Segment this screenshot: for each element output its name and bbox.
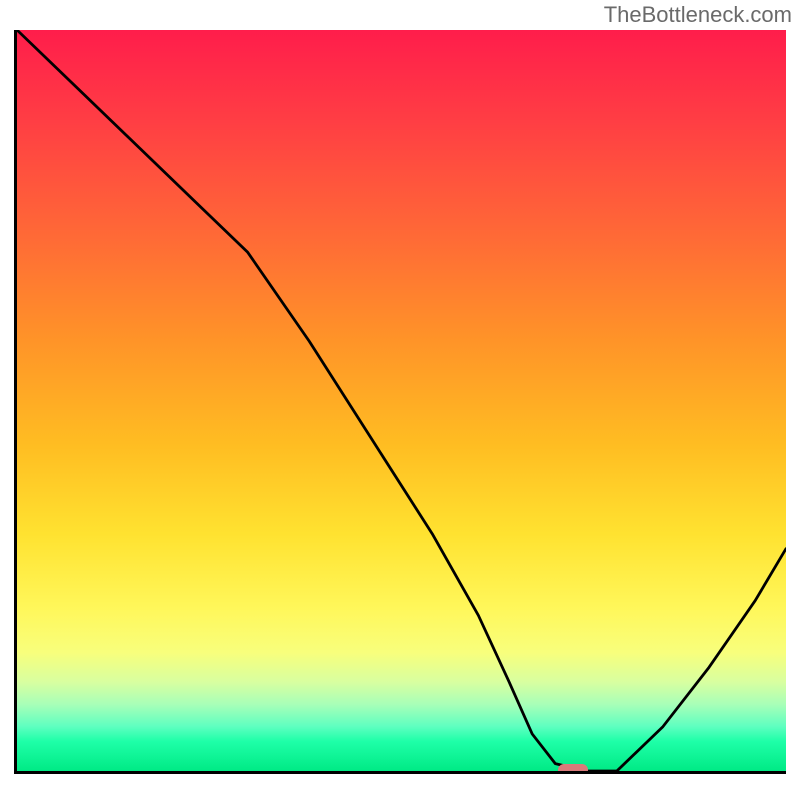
watermark-text: TheBottleneck.com: [604, 2, 792, 28]
bottleneck-curve-line: [17, 30, 786, 771]
chart-plot-area: [14, 30, 786, 774]
minimum-marker: [558, 764, 588, 774]
